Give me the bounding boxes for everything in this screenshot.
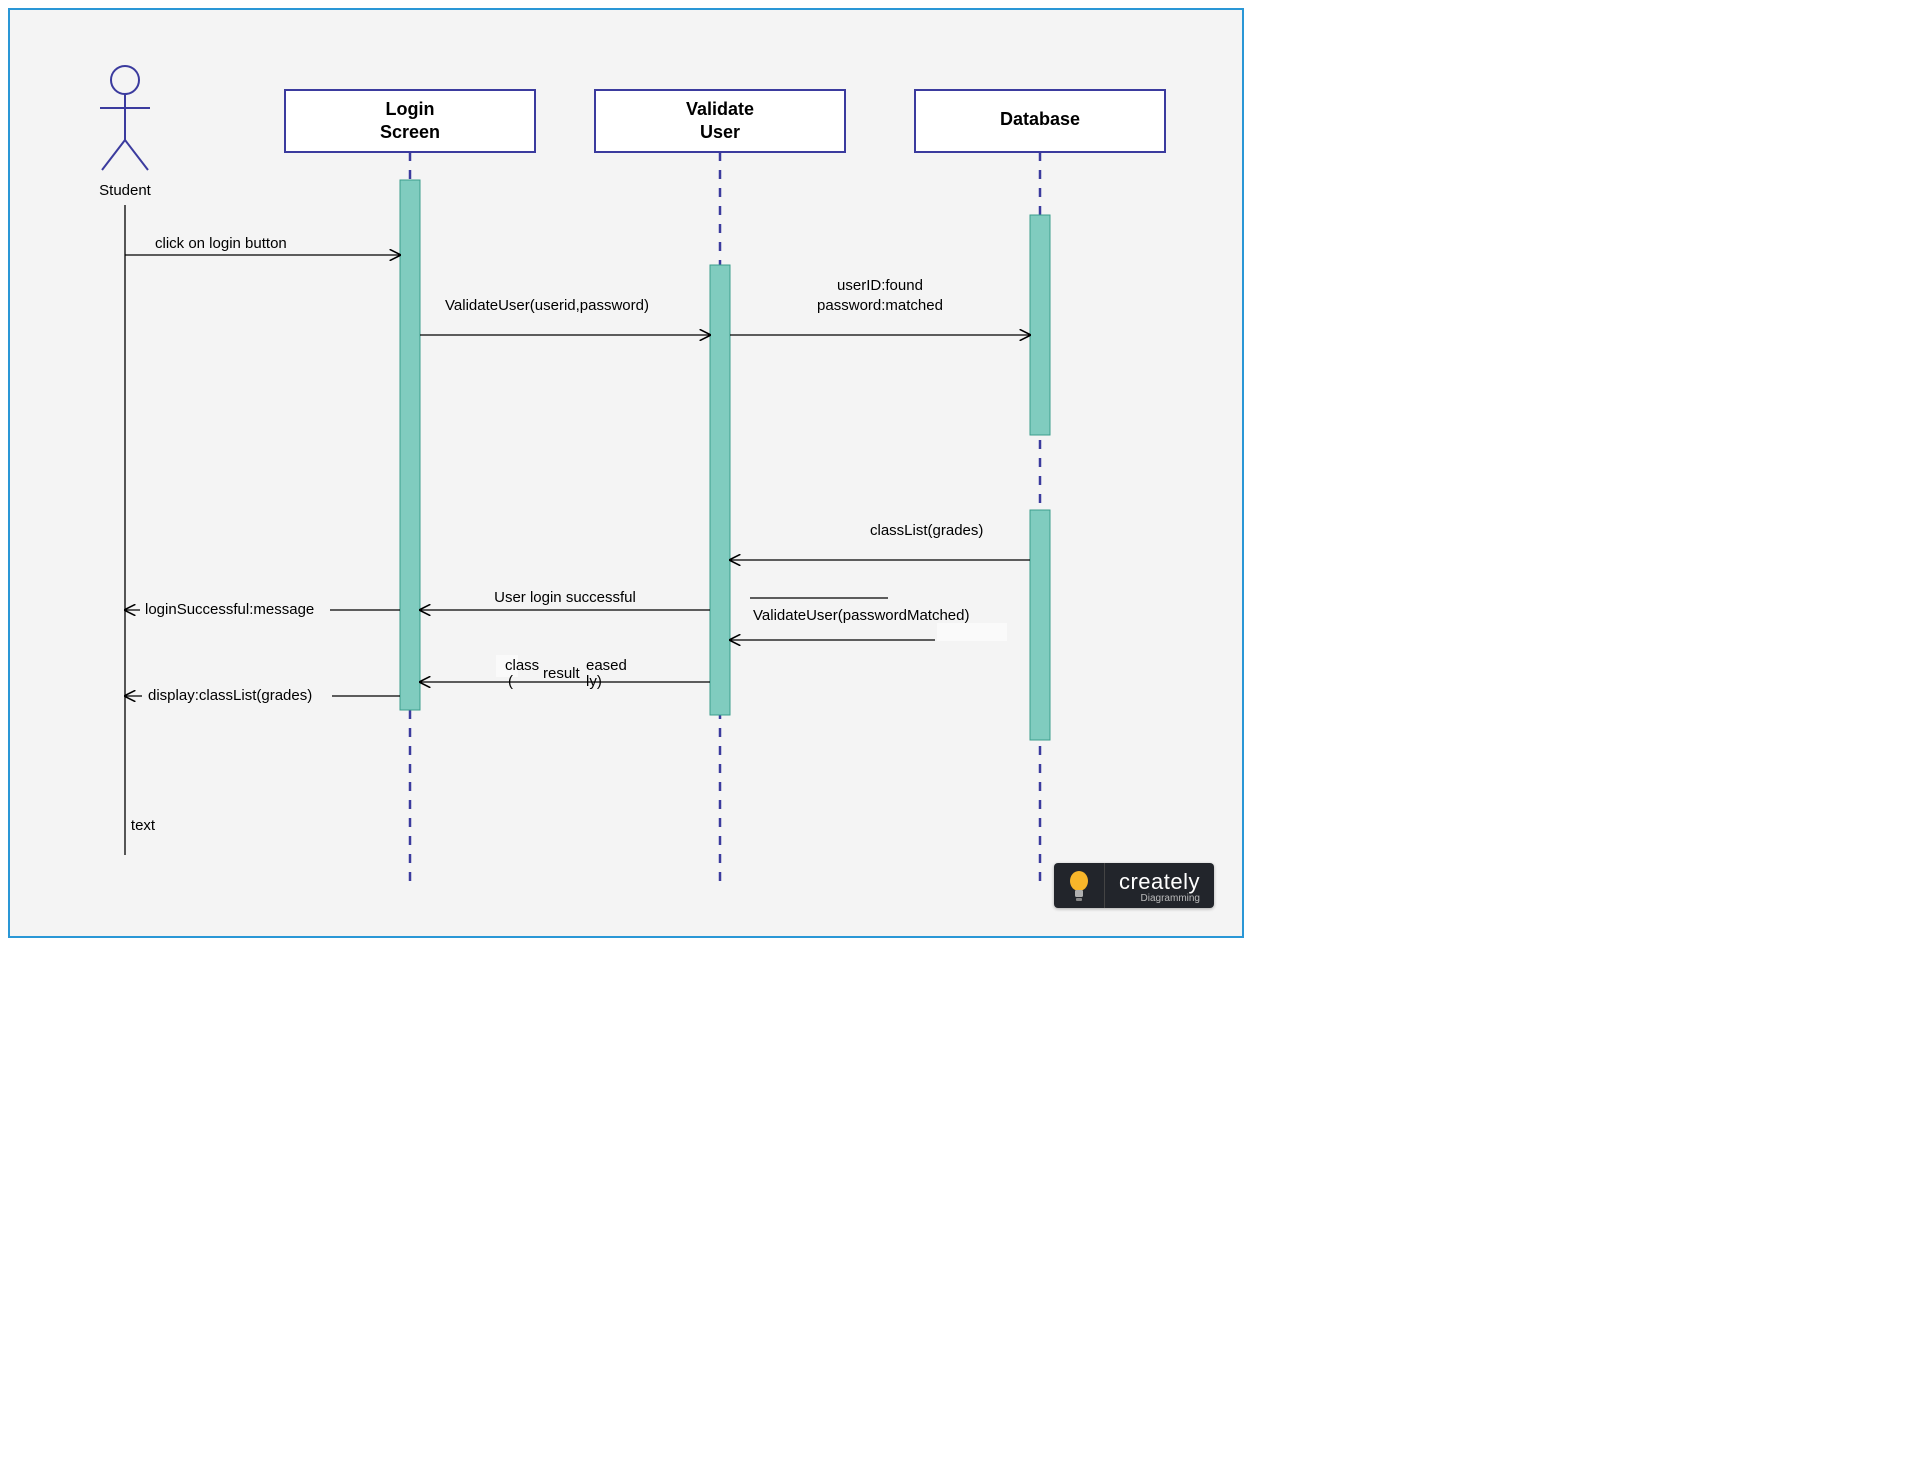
lifeline-validate: Validate User: [595, 90, 845, 890]
msg-class-frag-b: (: [508, 673, 513, 690]
msg-password-matched: password:matched: [817, 297, 943, 314]
lifeline-login: Login Screen: [285, 90, 535, 890]
lifeline-database: Database: [915, 90, 1165, 890]
login-label-2: Screen: [380, 122, 440, 142]
msg-class-frag-e: ly): [586, 673, 602, 690]
msg-class-frag-a: class: [505, 657, 539, 674]
logo-brand: creately: [1119, 869, 1200, 895]
msg-click-login: click on login button: [155, 235, 287, 252]
msg-class-frag-c: result: [543, 665, 581, 682]
msg-login-msg: loginSuccessful:message: [145, 601, 314, 618]
validate-label-2: User: [700, 122, 740, 142]
msg-validateuser: ValidateUser(userid,password): [445, 297, 649, 314]
msg-login-success: User login successful: [494, 589, 636, 606]
activation-login: [400, 180, 420, 710]
sequence-diagram: Student text Login Screen Validate User …: [30, 30, 1226, 920]
activation-db-2: [1030, 510, 1050, 740]
actor-lifetext: text: [131, 817, 156, 834]
msg-userid-found: userID:found: [837, 277, 923, 294]
msg-display-classlist: display:classList(grades): [148, 687, 312, 704]
actor-label: Student: [99, 182, 152, 199]
lightbulb-icon: [1054, 863, 1105, 908]
diagram-canvas: Student text Login Screen Validate User …: [8, 8, 1244, 938]
activation-validate: [710, 265, 730, 715]
creately-logo: creately Diagramming: [1054, 863, 1214, 908]
activation-db-1: [1030, 215, 1050, 435]
validate-label-1: Validate: [686, 99, 754, 119]
msg-classlist: classList(grades): [870, 522, 983, 539]
actor-student: Student text: [99, 66, 156, 855]
login-label-1: Login: [386, 99, 435, 119]
msg-class-frag-d: eased: [586, 657, 627, 674]
msg-validate-return: ValidateUser(passwordMatched): [753, 607, 969, 624]
database-label: Database: [1000, 109, 1080, 129]
